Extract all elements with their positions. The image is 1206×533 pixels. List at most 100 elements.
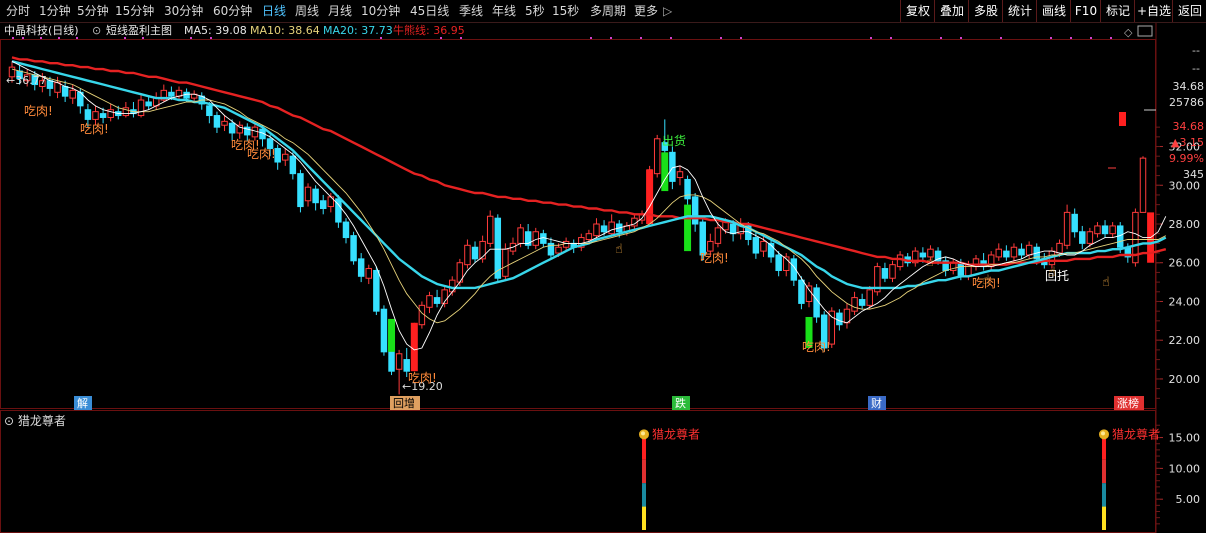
period-tab-9[interactable]: 10分钟 — [361, 0, 400, 22]
candle-body — [676, 171, 684, 179]
candle-body — [752, 237, 760, 254]
candle-body — [1063, 211, 1071, 246]
candle-body — [304, 186, 312, 202]
period-tab-16[interactable]: 更多 — [634, 0, 658, 22]
candle-body — [1056, 242, 1063, 254]
period-tab-2[interactable]: 5分钟 — [77, 0, 109, 22]
hand-pointer-icon: ☝ — [1102, 275, 1110, 290]
period-tab-15[interactable]: 多周期 — [590, 0, 626, 22]
more-arrow-icon[interactable]: ▷ — [663, 0, 672, 22]
period-tab-4[interactable]: 30分钟 — [164, 0, 203, 22]
last-candle-bar — [1119, 112, 1126, 126]
period-tab-0[interactable]: 分时 — [6, 0, 30, 22]
candle-body — [426, 295, 433, 308]
sell-label: 出货 — [662, 133, 686, 148]
candle-body — [729, 223, 737, 235]
right-pct: 9.99% — [1169, 152, 1204, 165]
right-price: 34.68 — [1173, 80, 1205, 93]
event-tag-4: 涨榜 — [1117, 396, 1139, 410]
period-tab-14[interactable]: 15秒 — [552, 0, 579, 22]
candle-body — [365, 268, 372, 279]
candle-body — [471, 246, 479, 260]
toolbar-button-0[interactable]: 复权 — [900, 0, 935, 22]
eat-meat-label-1: 吃肉! — [80, 122, 109, 136]
toolbar-button-1[interactable]: 叠加 — [934, 0, 969, 22]
period-tab-10[interactable]: 45日线 — [410, 0, 449, 22]
chart-canvas: 20.0022.0024.0026.0028.0030.0032.00←36.7… — [0, 22, 1205, 533]
toolbar-button-5[interactable]: F10 — [1070, 0, 1101, 22]
toolbar-button-7[interactable]: +自选 — [1134, 0, 1173, 22]
candle-body — [517, 227, 524, 244]
event-tag-0: 解 — [77, 396, 88, 410]
y-tick-label: 26.00 — [1169, 257, 1201, 270]
sub-chart-title[interactable]: ⊙ 猎龙尊者 — [4, 412, 66, 429]
sub-panel-frame — [0, 410, 1156, 533]
signal-bar-yellow — [1102, 506, 1106, 530]
ma10-value: MA10: 38.64 — [250, 24, 320, 37]
candle-body — [707, 240, 714, 252]
candle-body — [168, 91, 175, 97]
candle-body — [593, 223, 600, 237]
signal-bar-red2 — [1102, 459, 1106, 484]
period-tab-13[interactable]: 5秒 — [525, 0, 545, 22]
candle-body — [342, 221, 350, 239]
stock-name[interactable]: 中晶科技(日线) — [4, 23, 79, 39]
candle-body — [555, 246, 562, 254]
candle-body — [1139, 157, 1147, 213]
candle-body — [1071, 213, 1078, 233]
candle-body — [760, 240, 767, 252]
signal-bar-teal — [642, 483, 646, 507]
candle-body — [919, 252, 927, 258]
bull-bear-value: 牛熊线: 36.95 — [393, 24, 465, 37]
event-tag-1: 回增 — [393, 396, 415, 410]
period-tab-11[interactable]: 季线 — [459, 0, 483, 22]
candle-body — [213, 115, 221, 128]
candle-body — [1116, 225, 1124, 248]
toolbar-button-8[interactable]: 返回 — [1172, 0, 1206, 22]
signal-bar — [661, 152, 669, 192]
right-dash-1: -- — [1192, 44, 1200, 57]
period-tab-5[interactable]: 60分钟 — [213, 0, 252, 22]
y-tick-label: 20.00 — [1169, 373, 1201, 386]
candle-body — [1025, 244, 1033, 256]
chevron-down-icon[interactable]: ⊙ — [92, 23, 101, 39]
period-tab-3[interactable]: 15分钟 — [115, 0, 154, 22]
candle-body — [236, 124, 243, 134]
candle-body — [319, 200, 327, 210]
candle-body — [282, 153, 289, 161]
candle-body — [183, 91, 190, 99]
toolbar-button-2[interactable]: 多股 — [968, 0, 1003, 22]
candle-body — [312, 188, 319, 204]
chevron-down-icon[interactable]: ⊙ — [4, 414, 18, 428]
right-dash-2: -- — [1192, 62, 1200, 75]
candle-body — [1003, 250, 1010, 258]
toolbar-button-6[interactable]: 标记 — [1100, 0, 1135, 22]
period-tab-12[interactable]: 年线 — [492, 0, 516, 22]
candle-body — [228, 122, 236, 134]
toolbar-button-3[interactable]: 统计 — [1002, 0, 1037, 22]
indicator-name[interactable]: 短线盈利主图 — [106, 23, 172, 39]
candle-body — [714, 227, 722, 244]
eat-meat-label-5: 吃肉! — [700, 251, 729, 265]
candle-body — [99, 113, 107, 118]
candle-body — [866, 289, 873, 306]
candle-body — [851, 297, 858, 312]
candle-body — [486, 215, 494, 244]
candle-body — [46, 80, 54, 89]
candle-body — [1109, 225, 1116, 235]
toolbar-button-4[interactable]: 画线 — [1036, 0, 1071, 22]
signal-bar-yellow — [642, 506, 646, 530]
period-tab-7[interactable]: 周线 — [295, 0, 319, 22]
sub-y-tick-label: 15.00 — [1169, 432, 1201, 445]
period-toolbar: 分时 1分钟 5分钟 15分钟 30分钟 60分钟 日线 周线 月线 10分钟 45日线 季线 年线 5秒… — [0, 0, 1206, 23]
period-tab-6[interactable]: 日线 — [262, 0, 286, 22]
candle-body — [395, 353, 403, 370]
signal-bar-red — [1102, 436, 1106, 460]
y-tick-label: 22.00 — [1169, 334, 1201, 347]
period-tab-1[interactable]: 1分钟 — [39, 0, 71, 22]
period-tab-8[interactable]: 月线 — [328, 0, 352, 22]
sub-y-tick-label: 10.00 — [1169, 462, 1201, 475]
candle-body — [805, 285, 813, 302]
candle-body — [1086, 231, 1094, 244]
candle-body — [289, 155, 297, 175]
